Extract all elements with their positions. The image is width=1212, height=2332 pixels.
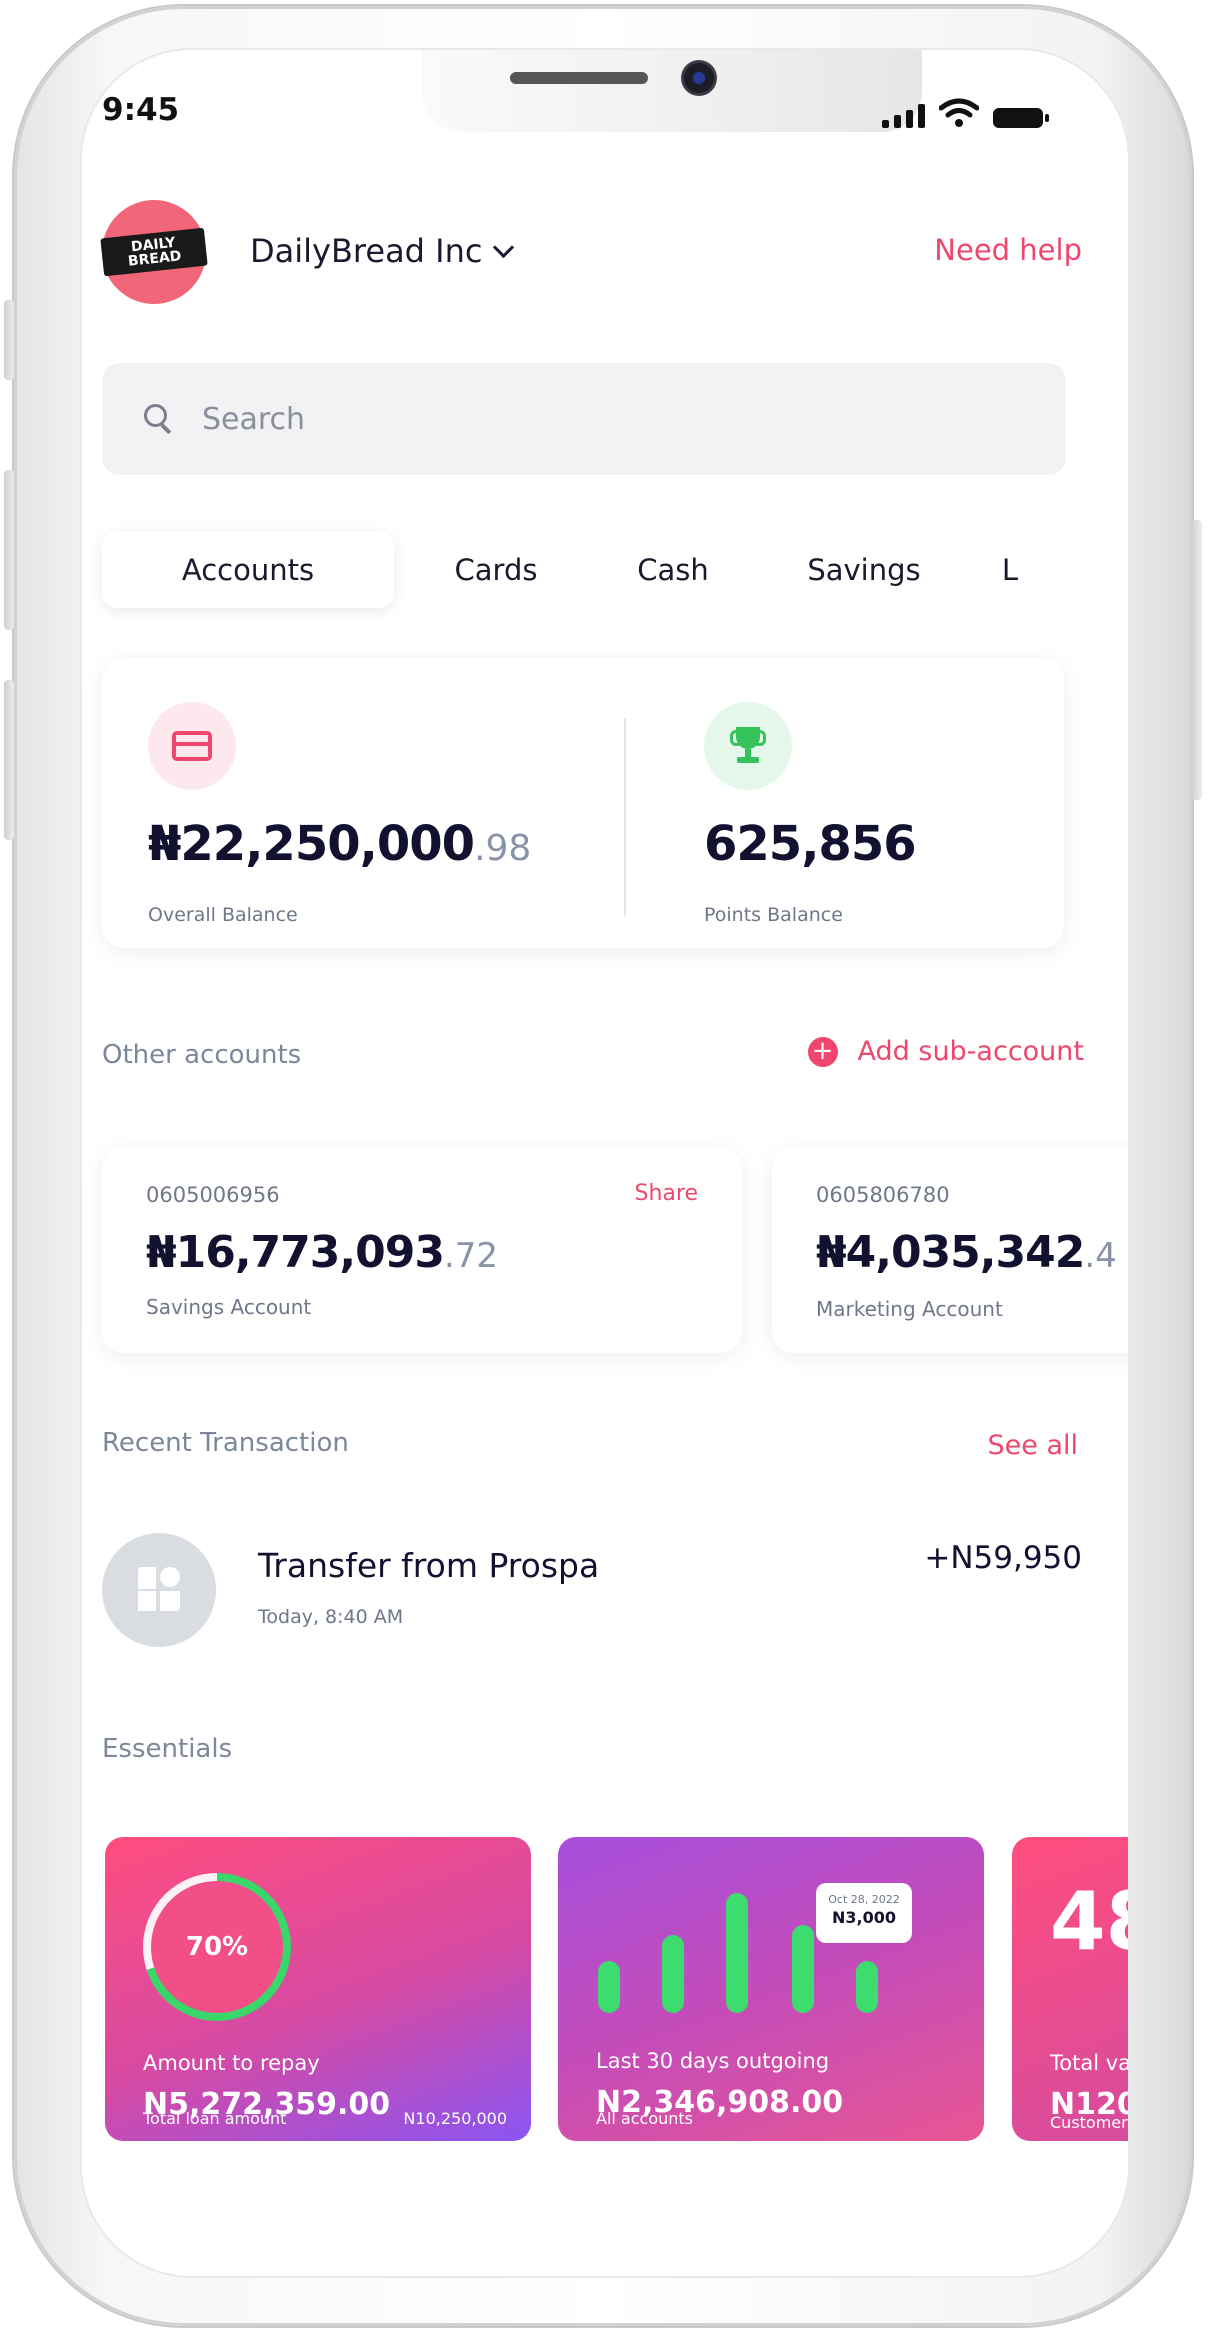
trophy-icon [704, 702, 792, 790]
plus-circle-icon: + [807, 1036, 838, 1067]
side-button-left-1 [4, 300, 14, 380]
account-balance-whole: ₦16,773,093 [146, 1227, 445, 1278]
balance-card: ₦22,250,000.98 Overall Balance 625,856 P… [102, 658, 1064, 948]
chevron-down-icon [493, 236, 515, 258]
customers-label: Total va [1050, 2051, 1128, 2075]
status-time: 9:45 [102, 92, 180, 128]
wifi-icon [939, 98, 979, 127]
side-button-left-2 [4, 470, 14, 630]
battery-icon [993, 108, 1049, 128]
transaction-amount: +N59,950 [924, 1540, 1082, 1576]
tooltip-value: N3,000 [832, 1908, 896, 1927]
org-name: DailyBread Inc [250, 232, 483, 270]
account-type: Savings Account [146, 1295, 312, 1319]
account-type: Marketing Account [816, 1297, 1003, 1321]
points-balance: 625,856 [704, 816, 917, 872]
phone-screen: 9:45 DAILY BREAD DailyBread Inc Need hel… [82, 50, 1128, 2276]
overall-balance-label: Overall Balance [148, 904, 298, 926]
chart-bar [792, 1925, 814, 2013]
account-number: 0605806780 [816, 1183, 950, 1207]
customers-sub: Customers [1050, 2113, 1128, 2132]
add-sub-account-label: Add sub-account [857, 1036, 1084, 1067]
overall-balance-whole: ₦22,250,000 [148, 816, 475, 872]
chart-bar [662, 1935, 684, 2013]
chart-tooltip: Oct 28, 2022 N3,000 [816, 1883, 912, 1943]
account-balance-decimal: .72 [443, 1236, 499, 1276]
account-number: 0605006956 [146, 1183, 280, 1207]
side-button-right [1192, 520, 1202, 800]
logo-text: DAILY BREAD [100, 227, 208, 277]
customers-big-number: 48 [1050, 1875, 1128, 1968]
loan-total-value: N10,250,000 [403, 2109, 507, 2128]
wallet-card-icon [148, 702, 236, 790]
overall-balance: ₦22,250,000.98 [148, 816, 531, 872]
need-help-link[interactable]: Need help [934, 233, 1082, 267]
chart-bar [598, 1961, 620, 2013]
recent-transaction-title: Recent Transaction [102, 1428, 349, 1458]
account-balance: ₦16,773,093.72 [146, 1227, 498, 1278]
search-bar[interactable] [102, 363, 1066, 475]
signal-icon [882, 104, 925, 128]
tab-bar: Accounts Cards Cash Savings L [102, 532, 1040, 608]
search-icon [144, 404, 174, 434]
speaker-grille [510, 72, 648, 84]
see-all-link[interactable]: See all [988, 1430, 1079, 1461]
org-switcher[interactable]: DailyBread Inc [250, 232, 515, 270]
share-link[interactable]: Share [635, 1181, 699, 1206]
transaction-avatar-icon [102, 1533, 216, 1647]
camera-icon [684, 63, 714, 93]
other-accounts-title: Other accounts [102, 1040, 302, 1070]
account-card-savings[interactable]: 0605006956 Share ₦16,773,093.72 Savings … [102, 1147, 742, 1353]
points-balance-label: Points Balance [704, 904, 843, 926]
overall-balance-decimal: .98 [474, 828, 532, 869]
side-button-left-3 [4, 680, 14, 840]
account-balance-whole: ₦4,035,342 [816, 1227, 1085, 1278]
status-icons [882, 98, 1049, 128]
outgoing-card[interactable]: Oct 28, 2022 N3,000 Last 30 days outgoin… [558, 1837, 984, 2141]
tab-accounts[interactable]: Accounts [102, 532, 394, 608]
loan-progress-ring: 70% [143, 1873, 291, 2021]
outgoing-sub: All accounts [596, 2109, 693, 2128]
outgoing-label: Last 30 days outgoing [596, 2049, 830, 2073]
search-input[interactable] [200, 400, 1004, 438]
loan-label: Amount to repay [143, 2051, 320, 2075]
essentials-title: Essentials [102, 1734, 233, 1764]
tab-more[interactable]: L [980, 532, 1040, 608]
chart-bar [856, 1961, 878, 2013]
chart-bar [726, 1893, 748, 2013]
tab-cash[interactable]: Cash [598, 532, 748, 608]
tab-cards[interactable]: Cards [394, 532, 598, 608]
divider [624, 718, 626, 916]
tab-savings[interactable]: Savings [748, 532, 980, 608]
loan-card[interactable]: 70% Amount to repay N5,272,359.00 Total … [105, 1837, 531, 2141]
add-sub-account-button[interactable]: + Add sub-account [807, 1036, 1084, 1067]
company-logo[interactable]: DAILY BREAD [100, 200, 208, 304]
account-card-marketing[interactable]: 0605806780 ₦4,035,342.4 Marketing Accoun… [772, 1147, 1128, 1353]
loan-progress-label: 70% [185, 1932, 249, 1962]
notch [422, 50, 922, 132]
loan-total-label: Total loan amount [143, 2109, 287, 2128]
transaction-title[interactable]: Transfer from Prospa [258, 1546, 599, 1585]
transaction-time: Today, 8:40 AM [258, 1606, 404, 1628]
tooltip-date: Oct 28, 2022 [828, 1893, 900, 1906]
account-balance: ₦4,035,342.4 [816, 1227, 1117, 1278]
customers-card[interactable]: 48 Total va N120, Customers [1012, 1837, 1128, 2141]
account-balance-decimal: .4 [1084, 1236, 1117, 1276]
